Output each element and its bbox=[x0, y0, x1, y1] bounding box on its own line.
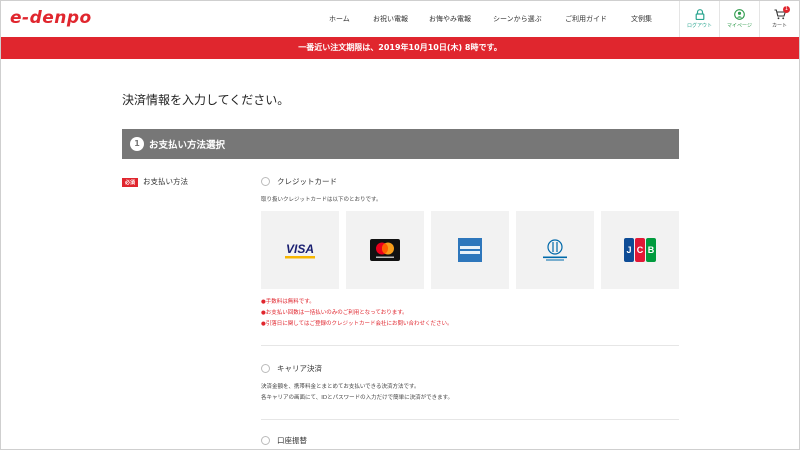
visa-logo: VISA bbox=[285, 242, 315, 259]
svg-text:VISA: VISA bbox=[286, 242, 314, 256]
svg-text:B: B bbox=[648, 245, 655, 255]
credit-card-option[interactable]: クレジットカード bbox=[261, 176, 337, 187]
section-header: 1 お支払い方法選択 bbox=[122, 129, 679, 159]
required-badge: 必須 bbox=[122, 178, 139, 187]
note-withdrawal: ●引落日に関してはご登録のクレジットカード会社にお問い合わせください。 bbox=[261, 321, 453, 327]
jcb-card: J C B bbox=[601, 211, 679, 289]
mastercard-card bbox=[346, 211, 424, 289]
nav-guide[interactable]: ご利用ガイド bbox=[565, 14, 607, 24]
note-installments: ●お支払い回数は一括払いのみのご利用となっております。 bbox=[261, 310, 408, 316]
nav-scene[interactable]: シーンから選ぶ bbox=[493, 14, 542, 24]
visa-card: VISA bbox=[261, 211, 339, 289]
logout-button[interactable]: ログアウト bbox=[679, 1, 719, 37]
amex-logo bbox=[458, 238, 482, 262]
header-icons: ログアウト マイページ 1 カート bbox=[679, 1, 799, 37]
section-title: お支払い方法選択 bbox=[149, 140, 226, 151]
page-title: 決済情報を入力してください。 bbox=[122, 93, 290, 107]
carrier-payment-label: キャリア決済 bbox=[277, 364, 322, 373]
nav-condolence[interactable]: お悔やみ電報 bbox=[429, 14, 471, 24]
bank-transfer-option[interactable]: 口座振替 bbox=[261, 435, 307, 446]
note-fee: ●手数料は無料です。 bbox=[261, 299, 315, 305]
carrier-desc-line2: 各キャリアの画面にて、IDとパスワードの入力だけで簡単に決済ができます。 bbox=[261, 395, 454, 401]
svg-text:C: C bbox=[637, 245, 644, 255]
bank-transfer-label: 口座振替 bbox=[277, 436, 307, 445]
deadline-banner: 一番近い注文期限は、2019年10月10日(木) 8時です。 bbox=[1, 37, 799, 59]
cart-count-badge: 1 bbox=[783, 6, 790, 13]
divider bbox=[261, 345, 679, 346]
nav-examples[interactable]: 文例集 bbox=[631, 14, 652, 24]
logout-label: ログアウト bbox=[686, 23, 712, 29]
payment-method-label: お支払い方法 bbox=[143, 177, 188, 186]
credit-card-label: クレジットカード bbox=[277, 177, 337, 186]
cart-label: カート bbox=[771, 23, 787, 29]
carrier-payment-radio[interactable] bbox=[261, 364, 270, 373]
bank-transfer-radio[interactable] bbox=[261, 436, 270, 445]
nav-celebration[interactable]: お祝い電報 bbox=[373, 14, 408, 24]
site-header: e-denpo ホーム お祝い電報 お悔やみ電報 シーンから選ぶ ご利用ガイド … bbox=[1, 1, 799, 37]
section-number: 1 bbox=[130, 137, 144, 151]
diners-card bbox=[516, 211, 594, 289]
svg-text:J: J bbox=[626, 245, 631, 255]
credit-card-radio[interactable] bbox=[261, 177, 270, 186]
carrier-payment-description: 決済金額を、携帯料金とまとめてお支払いできる決済方法です。 各キャリアの画面にて… bbox=[261, 382, 453, 404]
diners-logo bbox=[543, 239, 567, 261]
lock-icon bbox=[695, 9, 704, 20]
mypage-label: マイページ bbox=[727, 23, 752, 29]
carrier-desc-line1: 決済金額を、携帯料金とまとめてお支払いできる決済方法です。 bbox=[261, 384, 420, 390]
mypage-button[interactable]: マイページ bbox=[719, 1, 759, 37]
credit-card-description: 取り扱いクレジットカードは以下のとおりです。 bbox=[261, 197, 382, 203]
credit-card-logos: VISA J C B bbox=[261, 211, 686, 289]
divider bbox=[261, 419, 679, 420]
jcb-logo: J C B bbox=[624, 238, 656, 262]
mastercard-logo bbox=[370, 239, 400, 261]
amex-card bbox=[431, 211, 509, 289]
site-logo[interactable]: e-denpo bbox=[10, 8, 92, 28]
cart-button[interactable]: 1 カート bbox=[759, 1, 799, 37]
user-icon bbox=[734, 9, 745, 20]
nav-home[interactable]: ホーム bbox=[329, 14, 350, 24]
credit-card-notes: ●手数料は無料です。 ●お支払い回数は一括払いのみのご利用となっております。 ●… bbox=[261, 297, 453, 330]
carrier-payment-option[interactable]: キャリア決済 bbox=[261, 363, 322, 374]
